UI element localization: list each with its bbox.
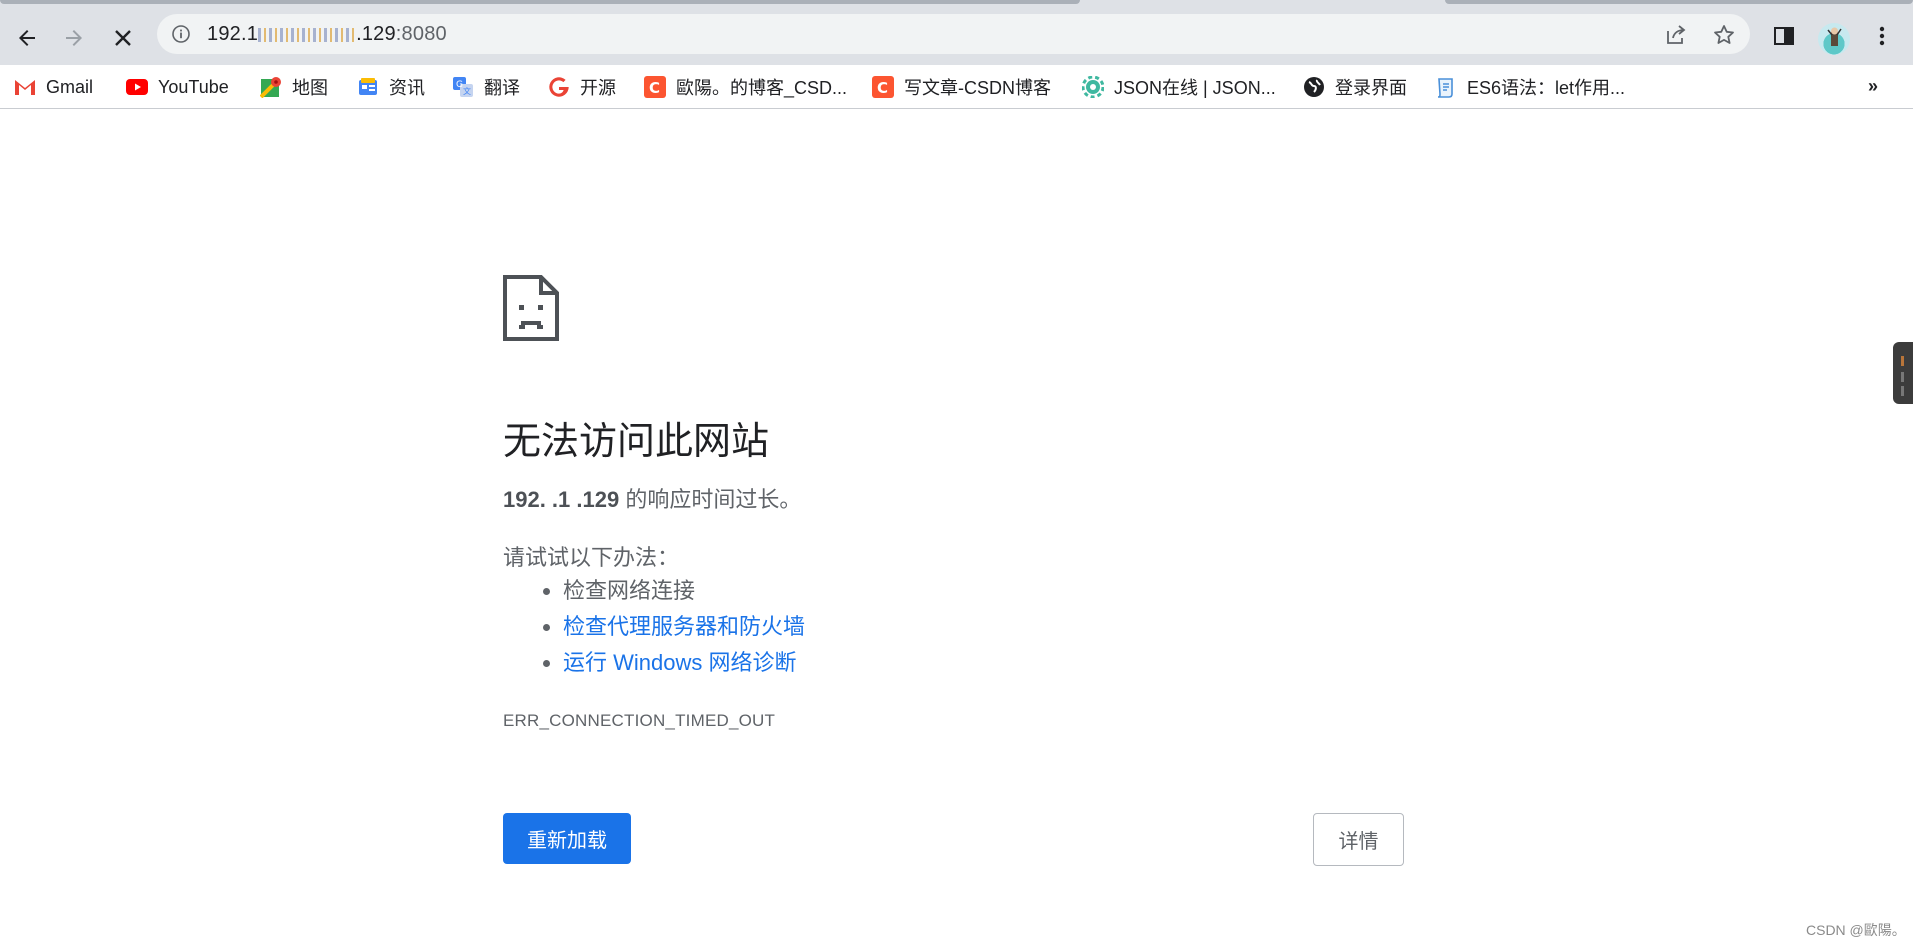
url-text[interactable]: 192.1 .129:8080 bbox=[207, 23, 447, 46]
browser-toolbar: 192.1 .129:8080 bbox=[0, 9, 1913, 65]
bookmarks-overflow-button[interactable]: » bbox=[1868, 76, 1878, 97]
page-title: 无法访问此网站 bbox=[503, 421, 770, 463]
news-icon bbox=[357, 76, 379, 98]
arrow-left-icon bbox=[19, 30, 35, 46]
bookmark-gmail[interactable]: Gmail bbox=[14, 74, 93, 100]
active-tab-edge[interactable] bbox=[0, 0, 1080, 4]
star-icon[interactable] bbox=[1712, 23, 1736, 47]
address-bar[interactable]: 192.1 .129:8080 bbox=[157, 14, 1750, 54]
close-icon bbox=[115, 30, 131, 46]
svg-text:文: 文 bbox=[463, 86, 471, 96]
reload-button[interactable]: 重新加载 bbox=[503, 813, 631, 864]
back-button[interactable] bbox=[10, 21, 44, 55]
url-redaction bbox=[258, 27, 357, 42]
watermark: CSDN @歐陽。 bbox=[1806, 922, 1906, 938]
more-vertical-icon bbox=[1879, 26, 1885, 46]
share-icon[interactable] bbox=[1664, 23, 1688, 47]
bookmark-json-online[interactable]: JSON在线 | JSON... bbox=[1082, 74, 1276, 100]
bookmark-open-source[interactable]: 开源 bbox=[548, 74, 616, 100]
bookmark-login-page[interactable]: 登录界面 bbox=[1303, 74, 1407, 100]
error-code: ERR_CONNECTION_TIMED_OUT bbox=[503, 711, 776, 730]
csdn-icon: C bbox=[872, 76, 894, 98]
maps-icon bbox=[260, 76, 282, 98]
url-host-prefix: 192.1 bbox=[207, 23, 259, 45]
url-port: :8080 bbox=[395, 23, 447, 45]
error-description-text: 的响应时间过长。 bbox=[619, 487, 802, 512]
bookmark-label: JSON在线 | JSON... bbox=[1114, 78, 1276, 98]
extension-side-handle[interactable] bbox=[1893, 342, 1913, 404]
csdn-icon: C bbox=[644, 76, 666, 98]
bookmark-label: 登录界面 bbox=[1335, 78, 1407, 98]
inactive-tab-edge[interactable] bbox=[1445, 0, 1913, 4]
sad-document-icon bbox=[503, 275, 559, 341]
bookmark-label: 资讯 bbox=[389, 78, 425, 98]
bookmark-youtube[interactable]: YouTube bbox=[126, 74, 229, 100]
bookmark-label: 开源 bbox=[580, 78, 616, 98]
bookmark-label: 歐陽。的博客_CSD... bbox=[676, 78, 848, 98]
profile-picture-icon bbox=[1827, 27, 1842, 46]
translate-icon: G文 bbox=[452, 76, 474, 98]
json-gear-icon bbox=[1082, 76, 1104, 98]
url-host-suffix: .129 bbox=[356, 23, 396, 45]
suggestion-check-proxy-link[interactable]: 检查代理服务器和防火墙 bbox=[563, 609, 805, 645]
side-panel-button[interactable] bbox=[1770, 22, 1798, 50]
suggestions-list: 检查网络连接 检查代理服务器和防火墙 运行 Windows 网络诊断 bbox=[503, 573, 805, 681]
bookmark-csdn-write[interactable]: C 写文章-CSDN博客 bbox=[872, 74, 1051, 100]
bookmark-label: 写文章-CSDN博客 bbox=[904, 78, 1051, 98]
suggestion-check-network: 检查网络连接 bbox=[563, 573, 805, 609]
browser-menu-button[interactable] bbox=[1868, 22, 1896, 50]
bookmark-translate[interactable]: G文 翻译 bbox=[452, 74, 520, 100]
gmail-icon bbox=[14, 76, 36, 98]
youtube-icon bbox=[126, 76, 148, 98]
arrow-right-icon bbox=[66, 30, 82, 46]
bookmark-label: YouTube bbox=[158, 76, 229, 97]
details-button[interactable]: 详情 bbox=[1313, 813, 1404, 866]
forward-button[interactable] bbox=[57, 21, 91, 55]
svg-text:G: G bbox=[456, 80, 463, 90]
bookmarks-bar: Gmail YouTube 地图 资讯 G文 翻译 开源 C 歐陽。的博客_CS… bbox=[0, 65, 1913, 109]
svg-text:C: C bbox=[877, 79, 888, 97]
bookmark-label: 翻译 bbox=[484, 78, 520, 98]
avatar[interactable] bbox=[1818, 23, 1850, 55]
bookmark-label: Gmail bbox=[46, 76, 94, 97]
bookmark-label: 地图 bbox=[292, 78, 328, 98]
bookmark-maps[interactable]: 地图 bbox=[260, 74, 328, 100]
suggestions-heading: 请试试以下办法： bbox=[503, 545, 680, 570]
bookmark-es6-syntax[interactable]: ES6语法：let作用... bbox=[1435, 74, 1625, 100]
tab-strip bbox=[0, 0, 1913, 9]
stop-loading-button[interactable] bbox=[106, 21, 140, 55]
bookmark-csdn-blog[interactable]: C 歐陽。的博客_CSD... bbox=[644, 74, 847, 100]
svg-text:C: C bbox=[649, 79, 660, 97]
bookmark-news[interactable]: 资讯 bbox=[357, 74, 425, 100]
bookmark-label: ES6语法：let作用... bbox=[1467, 78, 1626, 98]
side-panel-icon bbox=[1774, 27, 1794, 45]
info-icon[interactable] bbox=[171, 24, 191, 44]
globe-icon bbox=[1303, 76, 1325, 98]
google-icon bbox=[548, 76, 570, 98]
error-host: 192. .1 .129 bbox=[503, 487, 620, 512]
doc-icon bbox=[1435, 76, 1457, 98]
suggestion-windows-diagnostics-link[interactable]: 运行 Windows 网络诊断 bbox=[563, 645, 805, 681]
error-description: 192. .1 .129 的响应时间过长。 bbox=[503, 482, 801, 514]
